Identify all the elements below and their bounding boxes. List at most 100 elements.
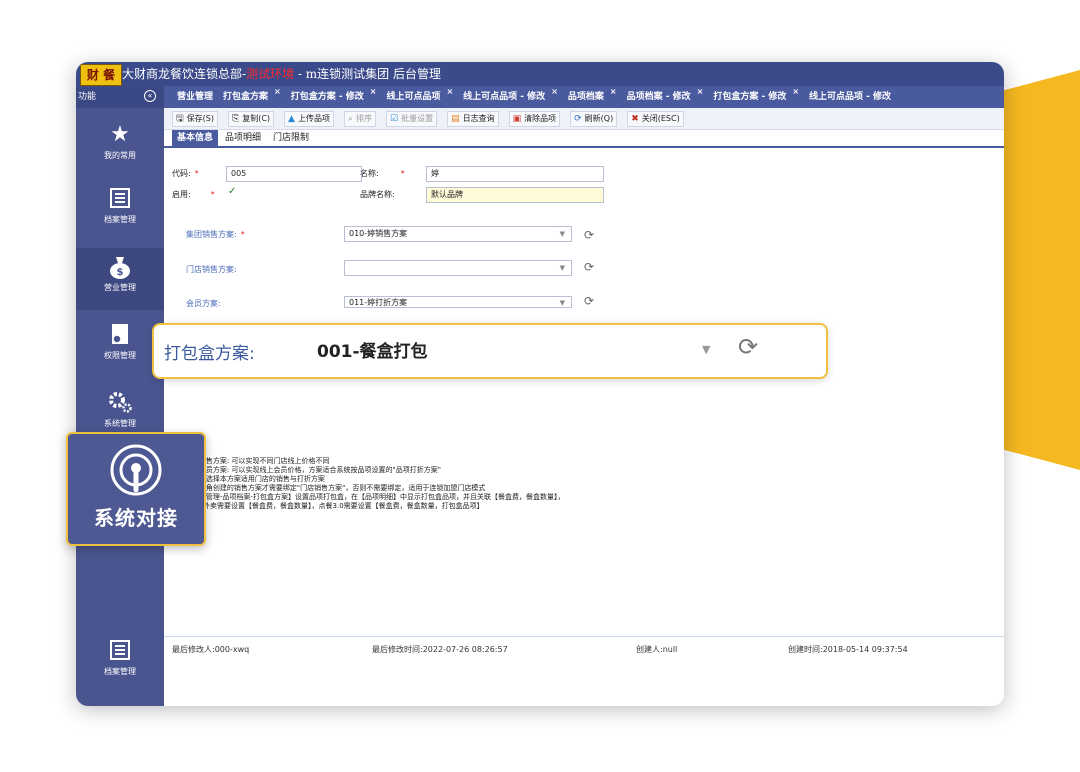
log-query-button[interactable]: ▤ 日志查询 <box>447 110 499 127</box>
code-field[interactable]: 005 <box>226 166 362 182</box>
button-label: 清除品项 <box>524 114 557 123</box>
note-line: 5. 【营业管理-品项档案-打包盒方案】设置品项打包盒，在【品项明细】中显示打包… <box>176 493 565 501</box>
packaging-plan-value: 001-餐盒打包 <box>317 342 428 362</box>
close-button[interactable]: ✖ 关闭(ESC) <box>627 110 684 127</box>
gears-icon <box>107 390 133 416</box>
svg-text:$: $ <box>117 267 124 278</box>
money-bag-icon: $ <box>107 254 133 280</box>
sort-button[interactable]: ⌕ 排序 <box>343 110 376 127</box>
tab-3[interactable]: 线上可点品项 × <box>381 86 458 108</box>
sidebar-item-label: 系统管理 <box>104 419 136 428</box>
tab-close-icon[interactable]: × <box>610 87 617 96</box>
group-plan-select[interactable]: 010-婷销售方案 ▼ <box>344 226 572 242</box>
packaging-plan-refresh-icon[interactable]: ⟳ <box>738 333 758 361</box>
tab-close-icon[interactable]: × <box>370 87 377 96</box>
tab-0[interactable]: 营业管理 <box>172 86 218 108</box>
required-mark: * <box>400 169 405 178</box>
tab-label: 打包盒方案 - 修改 <box>290 92 364 102</box>
button-label: 复制(C) <box>242 114 271 123</box>
tab-label: 品项档案 - 修改 <box>626 92 691 102</box>
refresh-button[interactable]: ⟳ 刷新(Q) <box>570 110 618 127</box>
tab-close-icon[interactable]: × <box>446 87 453 96</box>
created-time: 创建时间:2018-05-14 09:37:54 <box>788 645 908 654</box>
tab-6[interactable]: 品项档案 - 修改 × <box>622 86 709 108</box>
tab-4[interactable]: 线上可点品项 - 修改 × <box>458 86 563 108</box>
code-label: 代码: * <box>172 168 199 179</box>
title-suffix: - m连锁测试集团 后台管理 <box>294 67 441 81</box>
lock-icon <box>107 322 133 348</box>
sidebar-item-label: 我的常用 <box>104 151 136 160</box>
packaging-plan-callout: 打包盒方案: 001-餐盒打包 ▼ ⟳ <box>152 323 828 379</box>
tab-close-icon[interactable]: × <box>551 87 558 96</box>
ledger-icon <box>107 186 133 212</box>
upload-icon: ▲ <box>288 113 295 124</box>
name-field[interactable]: 婷 <box>426 166 604 182</box>
chevron-down-icon: ▼ <box>559 230 565 238</box>
tab-2[interactable]: 打包盒方案 - 修改 × <box>286 86 382 108</box>
copy-button[interactable]: ⎘ 复制(C) <box>228 110 275 127</box>
required-mark: * <box>194 169 199 178</box>
sidebar-item-archives[interactable]: 档案管理 <box>76 180 164 242</box>
main-panel: 🖫 保存(S) ⎘ 复制(C) ▲ 上传品项 ⌕ 排序 ☑ 批量设置 ▤ 日志查询 ▣ 清除品… <box>164 108 1004 706</box>
tab-label: 品项档案 <box>567 92 604 102</box>
broadcast-icon <box>108 442 164 498</box>
code-label-text: 代码: <box>172 169 191 178</box>
name-label-text: 名称: <box>360 169 379 178</box>
save-button[interactable]: 🖫 保存(S) <box>172 110 218 127</box>
packaging-plan-select[interactable]: 001-餐盒打包 <box>312 337 722 365</box>
app-title: 大财商龙餐饮连锁总部-测试环境 - m连锁测试集团 后台管理 <box>122 65 441 82</box>
sidebar-item-label: 营业管理 <box>104 283 136 292</box>
packaging-plan-label: 打包盒方案: <box>164 344 255 364</box>
tab-label: 线上可点品项 <box>386 92 441 102</box>
sidebar-item-favorites[interactable]: ★ 我的常用 <box>76 116 164 178</box>
button-label: 保存(S) <box>186 114 214 123</box>
member-plan-select[interactable]: 011-婷打折方案 ▼ <box>344 296 572 308</box>
title-prefix: 大财商龙餐饮连锁总部- <box>122 67 247 81</box>
button-label: 日志查询 <box>462 114 495 123</box>
tab-8[interactable]: 线上可点品项 - 修改 <box>804 86 896 108</box>
batch-icon: ☑ <box>390 113 399 124</box>
store-plan-label: 门店销售方案: <box>186 265 237 274</box>
tab-7[interactable]: 打包盒方案 - 修改 × <box>708 86 804 108</box>
tab-label: 打包盒方案 - 修改 <box>713 92 787 102</box>
tab-item-details[interactable]: 品项明细 <box>220 130 266 146</box>
clear-items-button[interactable]: ▣ 清除品项 <box>508 110 561 127</box>
note-line: 说明: <box>176 448 564 457</box>
collapse-sidebar-button[interactable]: « <box>144 90 156 102</box>
sidebar-item-label: 档案管理 <box>104 215 136 224</box>
group-plan-value: 010-婷销售方案 <box>349 229 408 238</box>
enabled-checkbox[interactable]: ✓ <box>228 186 236 197</box>
tab-basic-info[interactable]: 基本信息 <box>172 130 219 146</box>
copy-icon: ⎘ <box>232 113 240 124</box>
sidebar-item-business[interactable]: $ 营业管理 <box>76 248 164 310</box>
ledger-icon <box>107 638 133 664</box>
record-footer: 最后修改人:000-xwq 最后修改时间:2022-07-26 08:26:57… <box>164 636 1004 660</box>
chevron-down-icon: ▼ <box>559 264 565 272</box>
system-integration-label: 系统对接 <box>94 506 178 530</box>
log-icon: ▤ <box>451 113 460 124</box>
tab-5[interactable]: 品项档案 × <box>563 86 622 108</box>
tab-close-icon[interactable]: × <box>792 87 799 96</box>
sort-icon: ⌕ <box>347 113 353 124</box>
creator: 创建人:null <box>636 645 678 654</box>
group-plan-refresh-icon[interactable]: ⟳ <box>584 228 594 242</box>
sidebar-item-archives-2[interactable]: 档案管理 <box>76 632 164 694</box>
sidebar-item-label: 档案管理 <box>104 667 136 676</box>
note-line: 4. 门店视角创建的销售方案才需要绑定"门店销售方案"，否则不需要绑定，适用于连… <box>176 484 486 492</box>
tab-close-icon[interactable]: × <box>274 87 281 96</box>
sidebar-item-system-integration[interactable]: 系统对接 <box>66 432 206 546</box>
tab-1[interactable]: 打包盒方案 × <box>218 86 286 108</box>
chevron-down-icon[interactable]: ▼ <box>702 343 710 356</box>
enabled-label-text: 启用: <box>172 190 191 199</box>
name-label: 名称: * <box>360 168 405 179</box>
sidebar-item-permissions[interactable]: 权限管理 <box>76 316 164 378</box>
tab-close-icon[interactable]: × <box>697 87 704 96</box>
tab-store-limits[interactable]: 门店限制 <box>268 130 314 146</box>
store-plan-refresh-icon[interactable]: ⟳ <box>584 260 594 274</box>
member-plan-refresh-icon[interactable]: ⟳ <box>584 294 594 308</box>
brand-field[interactable]: 默认品牌 <box>426 187 604 203</box>
batch-settings-button[interactable]: ☑ 批量设置 <box>386 110 438 127</box>
upload-items-button[interactable]: ▲ 上传品项 <box>284 110 334 127</box>
last-modified-time: 最后修改时间:2022-07-26 08:26:57 <box>372 645 508 654</box>
store-plan-select[interactable]: ▼ <box>344 260 572 276</box>
